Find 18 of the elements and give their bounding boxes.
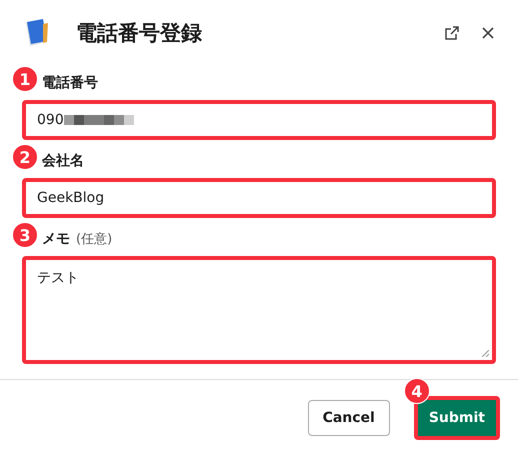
- submit-button[interactable]: Submit: [414, 396, 500, 440]
- field-label: 会社名: [42, 152, 84, 170]
- input-field[interactable]: 090: [22, 100, 496, 140]
- cancel-button[interactable]: Cancel: [308, 400, 390, 436]
- field-label: メモ: [42, 230, 70, 248]
- input-field[interactable]: GeekBlog: [22, 178, 496, 218]
- number-badge: 3: [12, 222, 38, 248]
- dialog-title: 電話番号登録: [75, 20, 203, 47]
- number-badge: 2: [12, 144, 38, 170]
- resize-grip-icon[interactable]: [482, 350, 489, 357]
- redaction-mark: [64, 115, 134, 125]
- memo-field[interactable]: テスト: [22, 256, 496, 364]
- number-badge: 1: [12, 66, 38, 92]
- external-link-icon[interactable]: [444, 25, 460, 41]
- optional-hint: (任意): [76, 231, 112, 248]
- close-icon[interactable]: [480, 25, 496, 41]
- number-badge: 4: [404, 378, 430, 404]
- field-label: 電話番号: [42, 74, 98, 92]
